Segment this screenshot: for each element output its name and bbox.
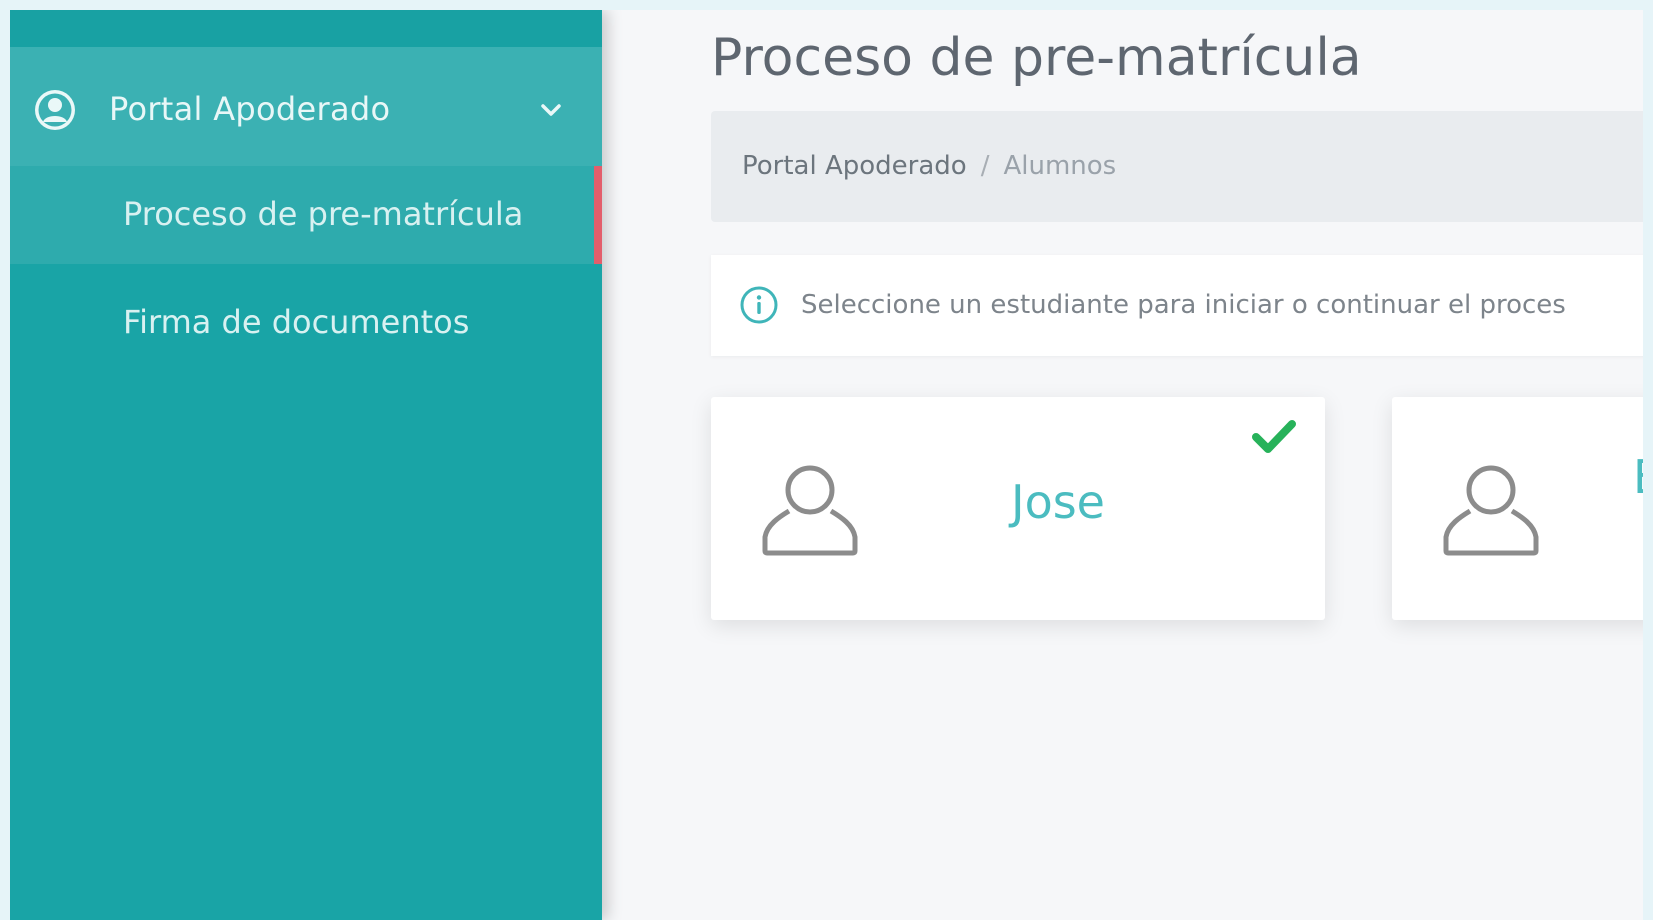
- user-avatar-icon: [762, 465, 858, 556]
- sidebar-item-label: Proceso de pre-matrícula: [123, 195, 524, 233]
- user-circle-icon: [35, 90, 75, 130]
- info-alert: Seleccione un estudiante para iniciar o …: [711, 255, 1643, 356]
- sidebar-item-proceso-pre-matricula[interactable]: Proceso de pre-matrícula: [10, 166, 602, 264]
- sidebar-top-strip: [10, 10, 602, 47]
- info-message: Seleccione un estudiante para iniciar o …: [801, 290, 1566, 320]
- breadcrumb-current: Alumnos: [1003, 151, 1117, 181]
- breadcrumb-separator: /: [980, 151, 990, 181]
- sidebar-item-firma-documentos[interactable]: Firma de documentos: [10, 274, 602, 372]
- sidebar-item-portal-apoderado[interactable]: Portal Apoderado: [10, 47, 602, 166]
- main-content: Proceso de pre-matrícula Portal Apoderad…: [602, 10, 1643, 920]
- student-card-jose[interactable]: Jose: [711, 397, 1325, 620]
- student-card-e[interactable]: E: [1392, 397, 1643, 620]
- chevron-down-icon[interactable]: [540, 101, 562, 119]
- check-icon: [1252, 420, 1296, 453]
- info-icon: [740, 286, 778, 324]
- active-indicator: [594, 166, 602, 264]
- breadcrumb-link-portal-apoderado[interactable]: Portal Apoderado: [742, 151, 967, 181]
- sidebar: Portal Apoderado Proceso de pre-matrícul…: [10, 10, 602, 920]
- student-name: E: [1633, 450, 1643, 504]
- sidebar-item-label: Firma de documentos: [123, 303, 470, 341]
- student-name: Jose: [1011, 475, 1105, 529]
- page-title: Proceso de pre-matrícula: [711, 28, 1362, 88]
- user-avatar-icon: [1443, 465, 1539, 556]
- breadcrumb: Portal Apoderado / Alumnos: [711, 111, 1643, 222]
- sidebar-item-label: Portal Apoderado: [109, 90, 391, 128]
- app-frame: Portal Apoderado Proceso de pre-matrícul…: [10, 10, 1643, 920]
